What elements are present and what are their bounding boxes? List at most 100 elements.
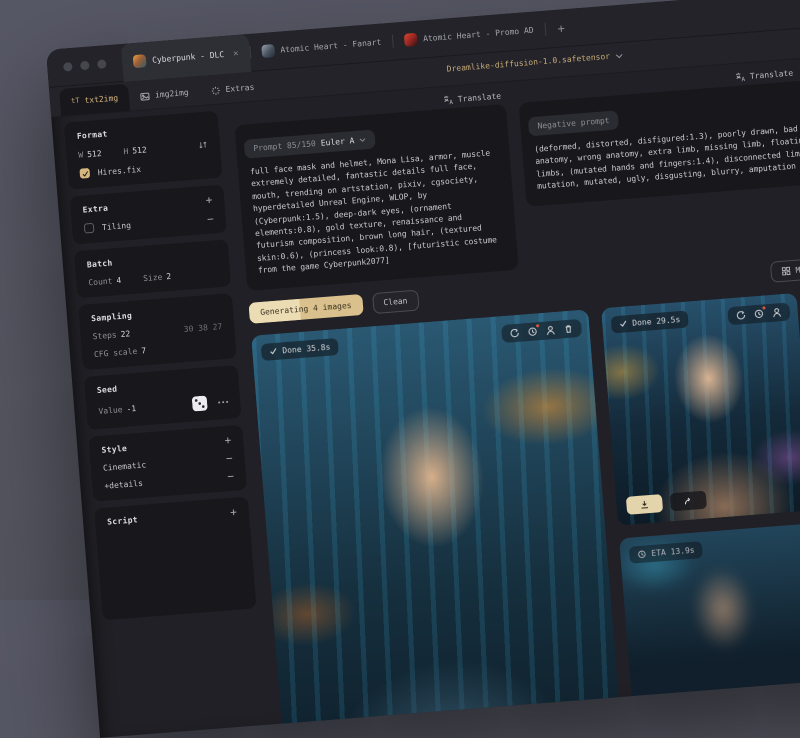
- style-item[interactable]: Cinematic −: [103, 454, 233, 473]
- window-control-dot[interactable]: [97, 59, 107, 69]
- script-section: Script +: [94, 497, 256, 621]
- share-button[interactable]: [670, 490, 707, 511]
- negative-prompt-header: Negative prompt: [528, 110, 619, 136]
- batch-section: Batch Count 4 Size 2: [74, 239, 231, 298]
- checkbox-checked[interactable]: [79, 168, 90, 179]
- clean-button[interactable]: Clean: [372, 289, 420, 314]
- height-field[interactable]: 512: [132, 145, 147, 155]
- negative-prompt-input[interactable]: Negative prompt (deformed, distorted, di…: [519, 79, 800, 207]
- style-section: Style + Cinematic − +details −: [88, 425, 247, 502]
- svg-text:A: A: [449, 99, 454, 106]
- chevron-down-icon: [615, 52, 623, 59]
- add-button[interactable]: +: [230, 508, 237, 515]
- hires-fix-toggle[interactable]: Hires.fix: [79, 159, 209, 179]
- window-control-dot[interactable]: [63, 62, 73, 72]
- add-button[interactable]: +: [205, 196, 212, 203]
- sampling-section: Sampling Steps 22 30 38 27 CFG scale 7: [78, 293, 237, 370]
- batch-size-field[interactable]: 2: [166, 272, 172, 281]
- width-field[interactable]: 512: [87, 148, 102, 158]
- txt2img-icon: [71, 98, 80, 106]
- image-actions: [626, 490, 707, 514]
- main-area: A Translate Prompt 85/150 Euler A full f…: [217, 50, 800, 738]
- matrix-view-button[interactable]: Matrix view: [770, 254, 800, 282]
- image-toolbar: [501, 318, 582, 342]
- tab-divider: [544, 23, 546, 36]
- section-title: Extra: [82, 204, 108, 215]
- history-icon[interactable]: [753, 308, 764, 319]
- checkbox-unchecked[interactable]: [84, 223, 95, 234]
- image-gallery: Done 35.8s: [251, 276, 800, 738]
- window-control-dot[interactable]: [80, 61, 90, 71]
- tab-favicon: [261, 44, 275, 58]
- steps-presets[interactable]: 30 38 27: [183, 322, 222, 334]
- seed-field[interactable]: -1: [126, 404, 136, 414]
- regenerate-icon[interactable]: [509, 327, 520, 338]
- tab-txt2img[interactable]: txt2img: [59, 84, 130, 116]
- steps-field[interactable]: 22: [120, 329, 130, 339]
- notification-dot: [536, 324, 540, 328]
- section-title: Sampling: [91, 304, 221, 323]
- swap-dimensions-icon[interactable]: [198, 140, 209, 151]
- trash-icon[interactable]: [563, 323, 574, 334]
- generate-button[interactable]: Generating 4 images: [248, 294, 363, 324]
- remove-button[interactable]: −: [207, 215, 214, 222]
- person-icon[interactable]: [771, 307, 782, 318]
- svg-text:A: A: [741, 76, 746, 83]
- remove-button[interactable]: −: [226, 455, 233, 462]
- prompt-input[interactable]: Prompt 85/150 Euler A full face mask and…: [235, 104, 519, 290]
- person-icon[interactable]: [545, 324, 556, 335]
- share-icon: [683, 495, 694, 506]
- tab-label: Atomic Heart - Promo AD: [423, 26, 534, 44]
- translate-button[interactable]: A Translate: [442, 90, 501, 106]
- generated-image-2[interactable]: Done 29.5s: [601, 292, 800, 525]
- check-icon: [619, 319, 628, 328]
- model-selector[interactable]: Dreamlike-diffusion-1.0.safetensor: [446, 51, 623, 74]
- prompt-text[interactable]: full face mask and helmet, Mona Lisa, ar…: [250, 147, 506, 278]
- tab-extras[interactable]: Extras: [199, 73, 267, 105]
- tab-label: Cyberpunk - DLC: [152, 50, 225, 65]
- model-name: Dreamlike-diffusion-1.0.safetensor: [446, 52, 610, 74]
- section-title: Seed: [97, 376, 227, 395]
- style-item[interactable]: +details −: [104, 472, 234, 491]
- new-tab-button[interactable]: +: [557, 21, 565, 36]
- translate-button[interactable]: A Translate: [734, 67, 793, 83]
- image-toolbar: [727, 302, 790, 325]
- generated-image-1[interactable]: Done 35.8s: [251, 309, 625, 738]
- download-icon: [639, 499, 650, 510]
- img2img-icon: [140, 90, 151, 101]
- generating-image-3[interactable]: ETA 13.9s: [619, 523, 800, 714]
- add-button[interactable]: +: [224, 437, 231, 444]
- section-title: Format: [77, 122, 207, 141]
- regenerate-icon[interactable]: [736, 309, 747, 320]
- download-button[interactable]: [626, 494, 663, 515]
- window-controls: [63, 59, 107, 71]
- status-badge: Done 29.5s: [611, 310, 689, 333]
- app-window: Cyberpunk - DLC Atomic Heart - Fanart At…: [46, 0, 800, 738]
- close-icon[interactable]: [233, 48, 239, 58]
- remove-button[interactable]: −: [227, 473, 234, 480]
- prompt-header: Prompt 85/150 Euler A: [244, 129, 376, 158]
- format-section: Format W 512 H 512 Hires.: [64, 111, 223, 190]
- extras-icon: [210, 85, 221, 96]
- tiling-toggle[interactable]: Tiling −: [84, 213, 214, 233]
- tab-label: Atomic Heart - Fanart: [280, 38, 382, 55]
- translate-icon: A: [442, 94, 454, 106]
- more-button[interactable]: [218, 400, 228, 403]
- section-title: Script: [107, 515, 138, 526]
- tab-favicon: [133, 54, 147, 68]
- notification-dot: [762, 306, 766, 310]
- batch-count-field[interactable]: 4: [116, 276, 122, 285]
- clock-icon: [637, 549, 647, 559]
- content-area: Format W 512 H 512 Hires.: [51, 44, 800, 738]
- grid-icon: [781, 266, 791, 276]
- check-icon: [269, 347, 278, 356]
- seed-section: Seed Value -1: [84, 365, 242, 430]
- prompt-counter: Prompt 85/150: [253, 139, 316, 153]
- dice-icon[interactable]: [192, 395, 208, 411]
- tab-favicon: [404, 33, 418, 47]
- cfg-scale-field[interactable]: 7: [141, 346, 147, 355]
- sampler-select[interactable]: Euler A: [320, 136, 354, 148]
- history-icon[interactable]: [527, 326, 538, 337]
- chevron-down-icon: [359, 137, 366, 143]
- tab-img2img[interactable]: img2img: [128, 78, 201, 110]
